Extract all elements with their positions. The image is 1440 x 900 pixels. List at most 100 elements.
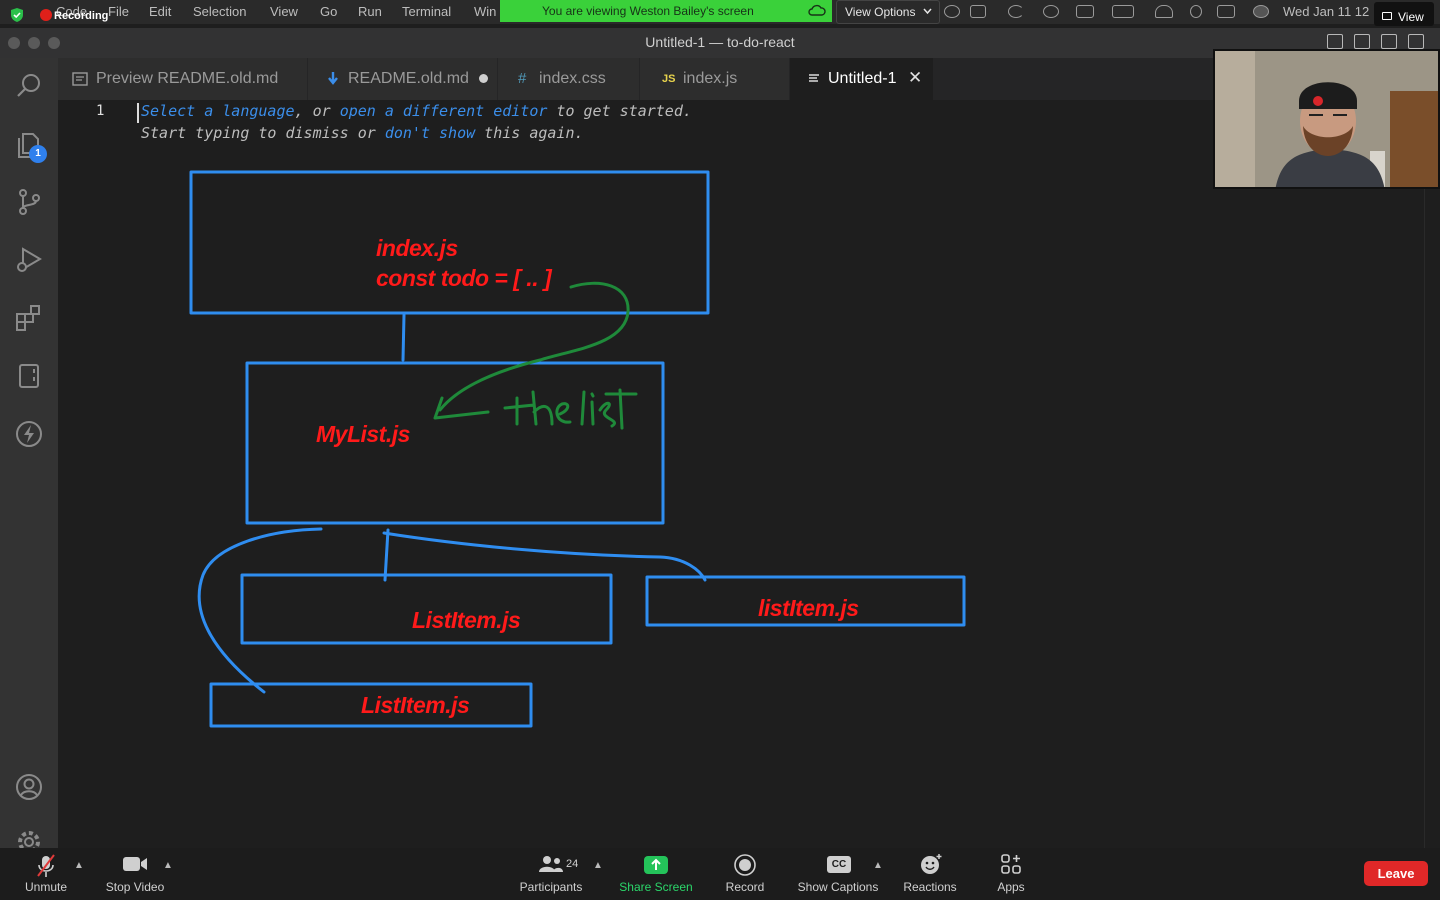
view-options-label: View Options	[845, 5, 916, 19]
screen-share-banner: You are viewing Weston Bailey's screen	[500, 0, 832, 22]
extensions-icon[interactable]	[13, 302, 45, 334]
shield-icon	[11, 8, 23, 22]
video-options-chevron-icon[interactable]: ▲	[163, 860, 173, 871]
toggle-sidebar-icon[interactable]	[1327, 34, 1343, 49]
menu-clock[interactable]: Wed Jan 11 12	[1283, 4, 1369, 19]
select-language-link[interactable]: Select a language	[141, 102, 295, 120]
activity-bar: 1	[0, 58, 58, 848]
participants-icon	[539, 856, 563, 872]
menu-terminal[interactable]: Terminal	[402, 4, 451, 19]
tab-readme-old[interactable]: README.old.md	[308, 58, 498, 100]
control-center-icon[interactable]	[1217, 5, 1235, 18]
search-icon[interactable]	[13, 70, 45, 102]
index-js-label: index.js	[376, 235, 458, 261]
zoom-toolbar: Unmute ▲ Stop Video ▲ 24 Participants ▲ …	[0, 848, 1440, 900]
play-icon[interactable]	[1043, 5, 1059, 18]
modified-dot-icon[interactable]	[479, 74, 488, 83]
hint-text: , or	[294, 102, 340, 120]
record-button[interactable]: Record	[716, 848, 774, 900]
menu-selection[interactable]: Selection	[193, 4, 246, 19]
stop-video-button[interactable]: Stop Video	[100, 848, 170, 900]
tab-label: Preview README.old.md	[96, 70, 279, 87]
listitem-label-c: ListItem.js	[361, 692, 470, 718]
markdown-icon	[328, 72, 338, 85]
show-captions-button[interactable]: CC Show Captions	[792, 848, 884, 900]
battery-icon[interactable]	[1112, 5, 1134, 18]
grid-view-icon	[1382, 12, 1392, 20]
unmute-label: Unmute	[24, 880, 68, 894]
text-cursor	[137, 103, 139, 123]
participants-chevron-icon[interactable]: ▲	[593, 860, 603, 871]
tab-preview-readme[interactable]: Preview README.old.md	[58, 58, 308, 100]
screen-share-text: You are viewing Weston Bailey's screen	[542, 4, 754, 18]
menu-edit[interactable]: Edit	[149, 4, 171, 19]
reactions-button[interactable]: Reactions	[898, 848, 962, 900]
editor-area[interactable]: 1 Select a language, or open a different…	[58, 100, 1424, 848]
closed-captions-icon: CC	[827, 856, 851, 873]
keyboard-icon[interactable]	[970, 5, 986, 18]
record-label: Record	[725, 880, 765, 894]
unmute-button[interactable]: Unmute	[16, 848, 76, 900]
captions-chevron-icon[interactable]: ▲	[873, 860, 883, 871]
video-camera-icon	[123, 857, 147, 871]
toggle-secondary-sidebar-icon[interactable]	[1381, 34, 1397, 49]
account-icon[interactable]	[13, 771, 45, 803]
source-control-icon[interactable]	[13, 186, 45, 218]
speaker-video-thumbnail[interactable]	[1213, 49, 1440, 189]
reactions-label: Reactions	[903, 880, 957, 894]
open-different-editor-link[interactable]: open a different editor	[340, 102, 548, 120]
listitem-label-b: listItem.js	[758, 595, 859, 621]
line-number: 1	[96, 103, 105, 119]
editor-scrollbar[interactable]	[1424, 100, 1440, 848]
participants-label: Participants	[519, 880, 583, 894]
run-debug-icon[interactable]	[13, 244, 45, 276]
chevron-down-icon	[923, 8, 932, 15]
mac-menu-bar: Code Recording File Edit Selection View …	[0, 0, 1440, 26]
view-options-button[interactable]: View Options	[836, 0, 940, 24]
moon-icon[interactable]	[1008, 5, 1024, 18]
volume-icon[interactable]	[1076, 5, 1094, 18]
menu-run[interactable]: Run	[358, 4, 382, 19]
preview-icon	[72, 72, 88, 86]
zoom-view-label: View	[1398, 10, 1424, 24]
tab-index-js[interactable]: JS index.js	[640, 58, 790, 100]
wifi-icon[interactable]	[1155, 5, 1173, 18]
window-title: Untitled-1 — to-do-react	[645, 34, 795, 50]
tab-index-css[interactable]: # index.css	[498, 58, 640, 100]
toggle-panel-icon[interactable]	[1354, 34, 1370, 49]
recording-label: Recording	[54, 10, 109, 22]
share-screen-button[interactable]: Share Screen	[612, 848, 700, 900]
customize-layout-icon[interactable]	[1408, 34, 1424, 49]
menu-file[interactable]: File	[108, 4, 129, 19]
tab-label: Untitled-1	[828, 70, 897, 87]
hint-text: this again.	[475, 124, 584, 142]
share-screen-label: Share Screen	[619, 880, 693, 894]
zoom-view-button[interactable]: View	[1374, 2, 1434, 26]
js-icon: JS	[662, 73, 676, 85]
siri-icon[interactable]	[1253, 5, 1269, 18]
stop-video-label: Stop Video	[105, 880, 165, 894]
close-tab-icon[interactable]: ✕	[908, 68, 922, 88]
audio-options-chevron-icon[interactable]: ▲	[74, 860, 84, 871]
menu-window[interactable]: Win	[474, 4, 496, 19]
menu-view[interactable]: View	[270, 4, 298, 19]
dont-show-link[interactable]: don't show	[385, 124, 475, 142]
sync-icon[interactable]	[944, 5, 960, 18]
listitem-label-a: ListItem.js	[412, 607, 521, 633]
search-icon[interactable]	[1190, 5, 1202, 18]
gear-icon[interactable]	[13, 826, 45, 848]
video-frame	[1215, 51, 1438, 187]
hint-text: Start typing to dismiss or	[141, 124, 385, 142]
apps-icon	[1001, 854, 1021, 874]
apps-button[interactable]: Apps	[986, 848, 1036, 900]
leave-meeting-button[interactable]: Leave	[1364, 861, 1428, 886]
tab-untitled-1[interactable]: Untitled-1 ✕	[790, 58, 934, 100]
lightning-icon[interactable]	[13, 418, 45, 450]
cloud-icon	[808, 4, 826, 16]
share-screen-icon	[644, 856, 668, 874]
explorer-badge: 1	[29, 145, 47, 163]
apps-label: Apps	[997, 880, 1025, 894]
notebook-icon[interactable]	[13, 360, 45, 392]
menu-go[interactable]: Go	[320, 4, 337, 19]
participants-button[interactable]: 24 Participants	[512, 848, 590, 900]
